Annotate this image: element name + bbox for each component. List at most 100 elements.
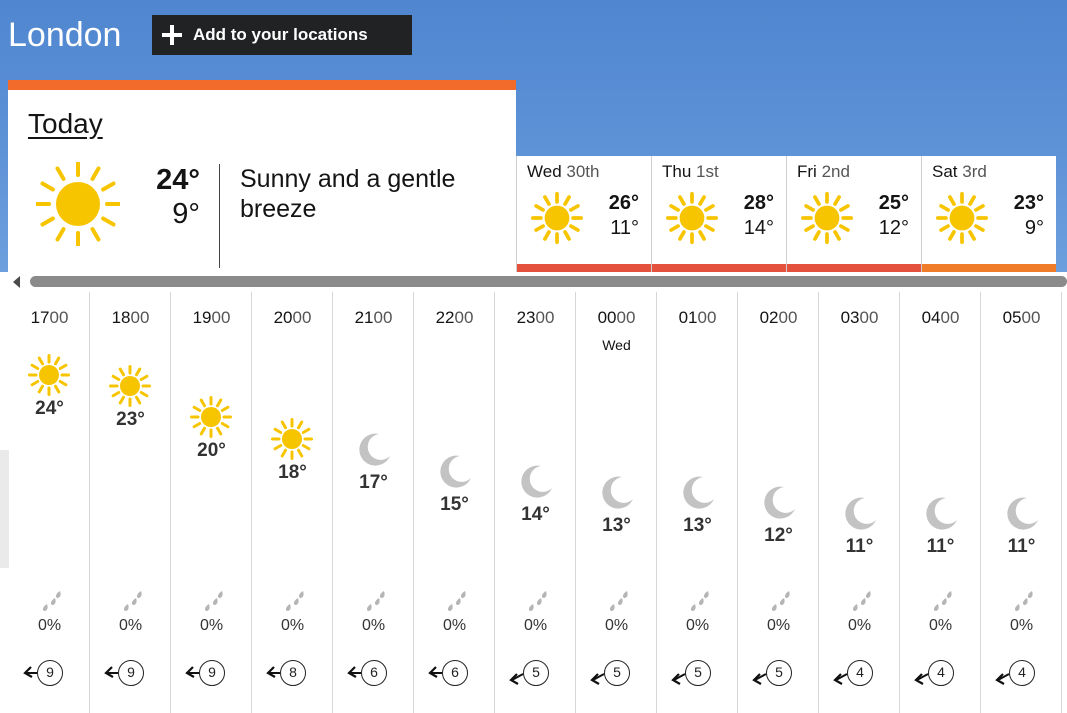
hour-time: 0100 [657,308,738,328]
hour-mm: 00 [778,308,798,327]
day-name: Wed [527,162,562,181]
raindrop-icon [123,591,142,611]
hour-column[interactable]: 0000 Wed 13° 0% 5 [576,292,657,713]
rain-chance: 0% [37,617,62,634]
day-date: 30th [566,162,600,181]
hour-column[interactable]: 0300 11° 0% 4 [819,292,900,713]
sun-icon [28,354,70,396]
raindrop-icon [42,591,61,611]
scroll-left-arrow-icon[interactable] [13,276,20,288]
day-low-temp: 12° [878,217,909,239]
today-title[interactable]: Today [28,108,103,140]
raindrop-icon [1014,591,1033,611]
hour-time: 0200 [738,308,819,328]
wind-speed: 8 [280,660,306,686]
hour-time: 2300 [495,308,576,328]
day-name: Thu [662,162,692,181]
hour-column[interactable]: 0200 12° 0% 5 [738,292,819,713]
hour-hh: 17 [30,308,50,327]
hour-mm: 00 [697,308,717,327]
wind-indicator: 5 [671,658,731,688]
hour-mm: 00 [130,308,150,327]
hour-mm: 00 [859,308,879,327]
day-label: Wed 30th [527,162,599,182]
hour-temperature: 11° [926,536,955,557]
day-high-temp: 28° [743,192,774,214]
day-high-temp: 23° [1013,192,1044,214]
hour-temperature: 11° [845,536,874,557]
rain-chance: 0% [847,617,872,634]
day-label: Sat 3rd [932,162,987,182]
hour-column[interactable]: 1800 23° 0% 9 [90,292,171,713]
hour-column[interactable]: 2000 18° 0% 8 [252,292,333,713]
day-label: Fri 2nd [797,162,850,182]
hour-mm: 00 [211,308,231,327]
wind-indicator: 5 [590,658,650,688]
moon-icon [683,476,714,509]
raindrop-icon [852,591,871,611]
wind-indicator: 6 [347,658,407,688]
raindrop-icon [933,591,952,611]
daily-forecast-tabs: Wed 30th 26° 11° Thu 1st 28° 14° Fri 2nd 25° 12°… [516,156,1067,272]
raindrop-icon [528,591,547,611]
today-high-temp: 24° [156,164,200,196]
sun-icon [271,418,313,460]
hour-temperature: 11° [1007,536,1036,557]
hour-column[interactable]: 2200 15° 0% 6 [414,292,495,713]
hour-hh: 23 [516,308,536,327]
wind-indicator: 9 [185,658,245,688]
hourly-forecast: 1700 24° 0% 9 1800 23° 0% 9 1900 20° 0% 9 2000 18° 0% 8… [9,292,1067,713]
rain-chance: 0% [442,617,467,634]
temperature-color-bar [517,264,651,272]
hour-time: 0500 [981,308,1062,328]
hour-hh: 03 [840,308,860,327]
hour-temperature: 17° [359,472,388,493]
hour-column[interactable]: 1700 24° 0% 9 [9,292,90,713]
today-description: Sunny and a gentle breeze [240,165,456,223]
hour-column[interactable]: 0400 11° 0% 4 [900,292,981,713]
add-location-button[interactable]: Add to your locations [152,15,412,55]
sun-icon [666,192,718,244]
day-tab[interactable]: Sat 3rd 23° 9° [921,156,1056,272]
rain-chance: 0% [604,617,629,634]
hour-time: 1900 [171,308,252,328]
hour-day-label: Wed [602,337,631,353]
raindrop-icon [690,591,709,611]
hour-temperature: 18° [278,462,307,483]
horizontal-scrollbar[interactable] [30,276,1067,287]
today-card[interactable]: Today 24° 9° Sunny and a gentle breeze [8,80,516,272]
hour-hh: 02 [759,308,779,327]
moon-icon [521,465,552,498]
hour-mm: 00 [616,308,636,327]
rain-chance: 0% [199,617,224,634]
hour-column[interactable]: 0100 13° 0% 5 [657,292,738,713]
hour-column[interactable]: 2100 17° 0% 6 [333,292,414,713]
hour-temperature: 13° [602,515,631,536]
wind-speed: 4 [847,660,873,686]
hour-column[interactable]: 1900 20° 0% 9 [171,292,252,713]
day-low-temp: 11° [610,217,639,239]
wind-speed: 5 [766,660,792,686]
rain-chance: 0% [1009,617,1034,634]
divider [219,164,220,268]
hour-column[interactable]: 2300 14° 0% 5 [495,292,576,713]
day-tab[interactable]: Fri 2nd 25° 12° [786,156,921,272]
day-name: Sat [932,162,958,181]
hour-time: 0000 [576,308,657,328]
day-tab[interactable]: Thu 1st 28° 14° [651,156,786,272]
hour-column[interactable]: 0500 11° 0% 4 [981,292,1062,713]
day-tab[interactable]: Wed 30th 26° 11° [516,156,651,272]
wind-indicator: 4 [914,658,974,688]
temperature-color-bar [787,264,921,272]
rain-chance: 0% [523,617,548,634]
hour-hh: 01 [678,308,698,327]
day-date: 1st [696,162,719,181]
raindrop-icon [366,591,385,611]
rain-chance: 0% [361,617,386,634]
moon-icon [359,433,390,466]
hour-time: 0300 [819,308,900,328]
rain-chance: 0% [928,617,953,634]
hour-mm: 00 [1021,308,1041,327]
hour-hh: 22 [435,308,455,327]
rain-chance: 0% [685,617,710,634]
